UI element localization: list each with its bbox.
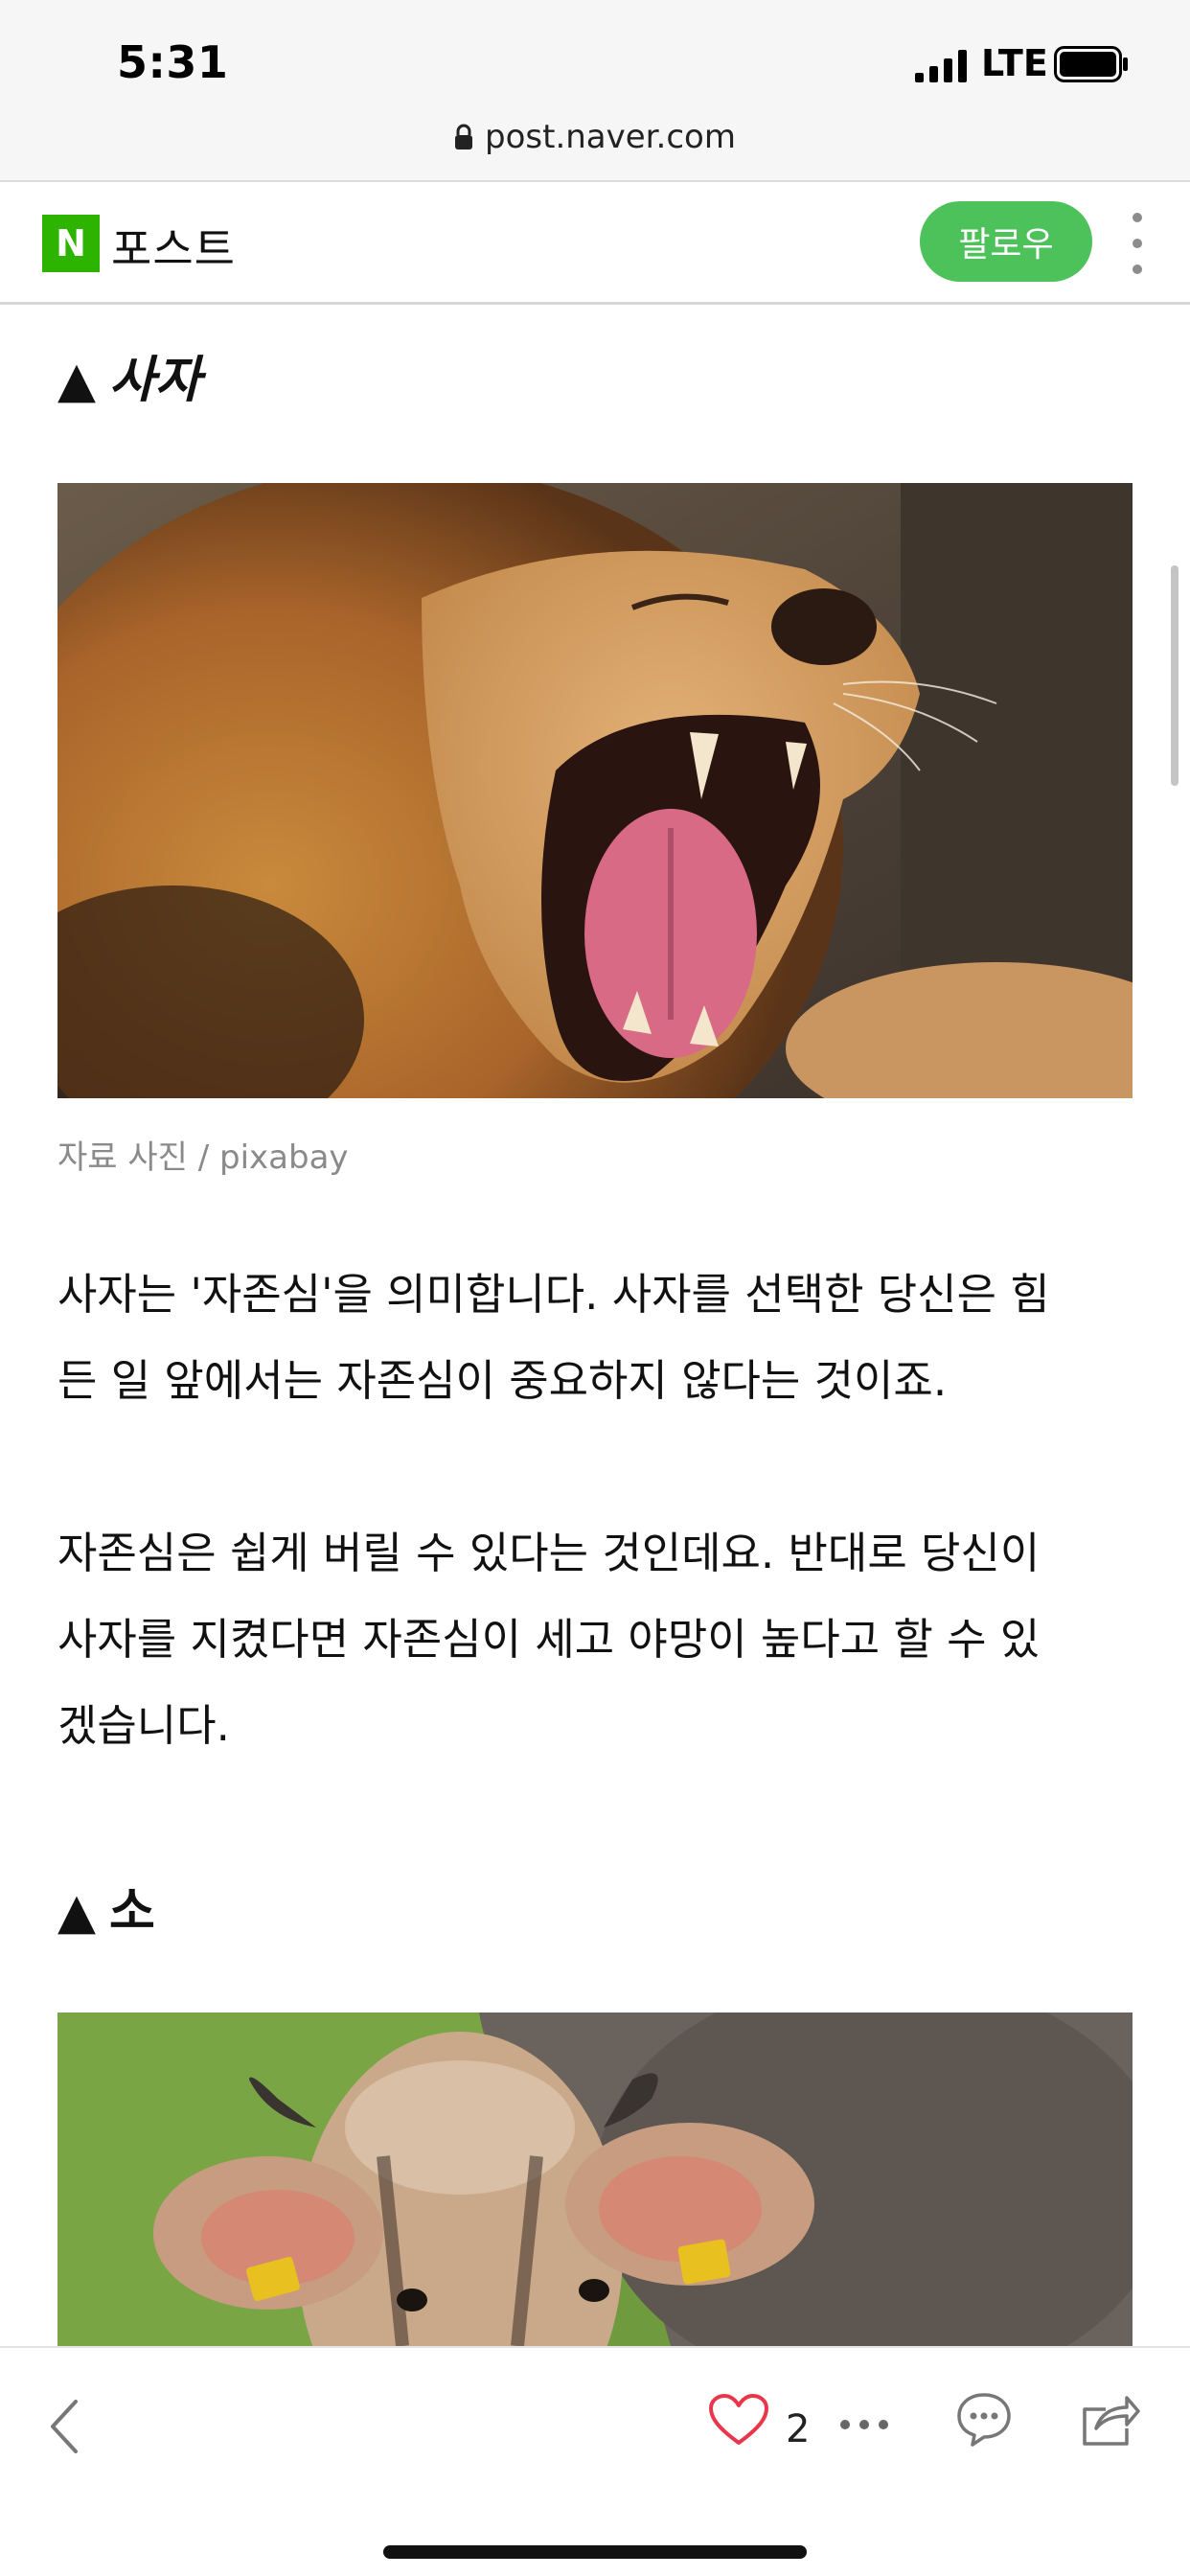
section-heading-cow: ▲ 소 [57, 1871, 155, 1943]
like-count: 2 [786, 2407, 811, 2451]
home-indicator[interactable] [383, 2545, 807, 2559]
signal-icon [915, 50, 967, 82]
section-heading-text: 소 [109, 1883, 155, 1941]
cow-photo [57, 2012, 1133, 2346]
paragraph-1: 사자는 '자존심'을 의미합니다. 사자를 선택한 당신은 힘 든 일 앞에서는… [57, 1252, 1133, 1424]
kebab-menu-icon[interactable] [1123, 213, 1152, 274]
paragraph-2-line-3: 겠습니다. [57, 1700, 230, 1751]
back-icon[interactable] [34, 2392, 92, 2461]
url-text: post.naver.com [485, 118, 736, 156]
photo-caption: 자료 사진 / pixabay [57, 1138, 349, 1177]
paragraph-2: 자존심은 쉽게 버릴 수 있다는 것인데요. 반대로 당신이 사자를 지켰다면 … [57, 1510, 1133, 1769]
more-icon[interactable] [835, 2405, 893, 2444]
battery-icon [1054, 46, 1128, 82]
brand-title[interactable]: 포스트 [111, 215, 236, 278]
bottom-toolbar: 2 [0, 2346, 1190, 2576]
article-body: ▲ 사자 자료 사진 / pixabay 사자는 '자존심'을 의미합니다. 사… [0, 305, 1190, 2346]
paragraph-2-line-2: 사자를 지켰다면 자존심이 세고 야망이 높다고 할 수 있 [57, 1614, 1041, 1665]
network-type: LTE [981, 42, 1048, 84]
triangle-marker: ▲ [57, 1883, 96, 1941]
status-time: 5:31 [117, 36, 229, 88]
section-heading-text: 사자 [109, 352, 201, 409]
comment-icon[interactable] [950, 2386, 1018, 2453]
heart-icon[interactable] [705, 2386, 772, 2453]
browser-chrome: 5:31 LTE post.naver.com [0, 0, 1190, 182]
share-icon[interactable] [1075, 2384, 1144, 2453]
post-header: N 포스트 팔로우 [0, 182, 1190, 305]
naver-logo[interactable]: N [42, 215, 100, 272]
paragraph-1-line-2: 든 일 앞에서는 자존심이 중요하지 않다는 것이죠. [57, 1355, 948, 1406]
lock-icon [455, 124, 473, 150]
paragraph-1-line-1: 사자는 '자존심'을 의미합니다. 사자를 선택한 당신은 힘 [57, 1269, 1050, 1320]
scrollbar[interactable] [1171, 565, 1179, 786]
section-heading-lion: ▲ 사자 [57, 339, 201, 411]
triangle-marker: ▲ [57, 352, 96, 409]
address-bar[interactable]: post.naver.com [0, 113, 1190, 161]
follow-button[interactable]: 팔로우 [920, 201, 1092, 282]
paragraph-2-line-1: 자존심은 쉽게 버릴 수 있다는 것인데요. 반대로 당신이 [57, 1528, 1041, 1578]
lion-photo [57, 483, 1133, 1098]
